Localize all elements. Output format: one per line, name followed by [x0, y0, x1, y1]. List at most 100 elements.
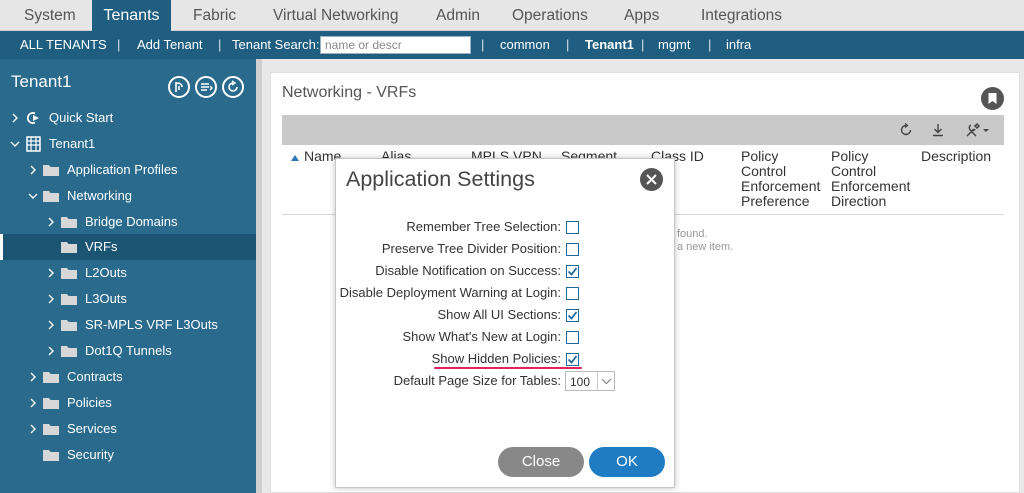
- tenant-search-input[interactable]: [320, 36, 471, 54]
- sidebar-splitter[interactable]: [256, 59, 262, 493]
- refresh-icon[interactable]: [222, 76, 244, 98]
- tree-item-label: Dot1Q Tunnels: [85, 343, 172, 358]
- tree-item-quick-start[interactable]: Quick Start: [0, 105, 256, 131]
- tree-item-label: Policies: [67, 395, 112, 410]
- tab-integrations[interactable]: Integrations: [701, 0, 782, 31]
- tree-item-label: Networking: [67, 188, 133, 203]
- header-line: Direction: [831, 193, 887, 209]
- setting-preserve-tree-divider: Preserve Tree Divider Position:: [336, 238, 676, 260]
- tree-item-sr-mpls-vrf-l3outs[interactable]: SR-MPLS VRF L3Outs: [0, 312, 256, 338]
- tree-item-label: Services: [67, 421, 117, 436]
- tree-item-label: VRFs: [85, 239, 118, 254]
- tree-item-label: Tenant1: [49, 136, 96, 151]
- header-line: Enforcement: [741, 178, 821, 194]
- chevron-down-icon[interactable]: [10, 139, 20, 149]
- header-line: Control: [741, 163, 787, 179]
- highlight-underline: [434, 367, 582, 369]
- tab-operations[interactable]: Operations: [512, 0, 588, 31]
- checkmark-icon: [567, 355, 578, 364]
- tenant-link-mgmt[interactable]: mgmt: [658, 31, 691, 59]
- checkmark-icon: [567, 267, 578, 276]
- tree-item-vrfs[interactable]: VRFs: [0, 234, 256, 260]
- tools-icon[interactable]: [964, 121, 992, 139]
- chevron-right-icon[interactable]: [46, 346, 56, 356]
- folder-icon: [61, 346, 77, 357]
- chevron-right-icon[interactable]: [28, 398, 38, 408]
- chevron-right-icon[interactable]: [28, 424, 38, 434]
- tree-item-contracts[interactable]: Contracts: [0, 364, 256, 390]
- chevron-right-icon[interactable]: [46, 268, 56, 278]
- chevron-down-icon[interactable]: [28, 191, 38, 201]
- column-header-description[interactable]: Description: [921, 149, 991, 164]
- folder-icon: [61, 268, 77, 279]
- bookmark-icon[interactable]: [981, 87, 1004, 110]
- setting-label: Disable Deployment Warning at Login:: [339, 285, 561, 300]
- tree-item-bridge-domains[interactable]: Bridge Domains: [0, 209, 256, 235]
- disable-notification-checkbox[interactable]: [566, 265, 579, 278]
- page-size-value: 100: [570, 375, 591, 389]
- disable-deployment-warning-checkbox[interactable]: [566, 287, 579, 300]
- setting-show-whats-new: Show What's New at Login:: [336, 326, 676, 348]
- refresh-icon[interactable]: [897, 121, 915, 139]
- tree-item-l2outs[interactable]: L2Outs: [0, 260, 256, 286]
- tree-item-services[interactable]: Services: [0, 416, 256, 442]
- tab-tenants[interactable]: Tenants: [92, 0, 171, 31]
- separator: |: [641, 37, 645, 52]
- chevron-right-icon[interactable]: [46, 217, 56, 227]
- folder-icon: [61, 320, 77, 331]
- tree-item-label: Bridge Domains: [85, 214, 178, 229]
- tab-system[interactable]: System: [24, 0, 76, 31]
- setting-show-all-ui-sections: Show All UI Sections:: [336, 304, 676, 326]
- tree-item-application-profiles[interactable]: Application Profiles: [0, 157, 256, 183]
- folder-icon: [43, 165, 59, 176]
- tab-virtual-networking[interactable]: Virtual Networking: [273, 0, 399, 31]
- ok-button[interactable]: OK: [589, 447, 665, 477]
- separator: |: [708, 37, 712, 52]
- show-all-ui-sections-checkbox[interactable]: [566, 309, 579, 322]
- column-header-enforcement-direction[interactable]: Policy Control Enforcement Direction: [831, 149, 910, 209]
- tree-item-security[interactable]: Security: [0, 442, 256, 468]
- tree-item-l3outs[interactable]: L3Outs: [0, 286, 256, 312]
- tenant-link-tenant1[interactable]: Tenant1: [585, 31, 634, 59]
- setting-label: Disable Notification on Success:: [375, 263, 561, 278]
- page-size-select[interactable]: 100: [565, 371, 615, 391]
- show-whats-new-checkbox[interactable]: [566, 331, 579, 344]
- preserve-tree-divider-checkbox[interactable]: [566, 243, 579, 256]
- chevron-down-icon[interactable]: [597, 372, 614, 390]
- checkmark-icon: [567, 311, 578, 320]
- tab-admin[interactable]: Admin: [436, 0, 480, 31]
- tree-item-tenant1[interactable]: Tenant1: [0, 131, 256, 157]
- folder-icon: [43, 372, 59, 383]
- tenant-link-infra[interactable]: infra: [726, 31, 751, 59]
- chevron-right-icon[interactable]: [10, 113, 20, 123]
- download-icon[interactable]: [929, 121, 947, 139]
- chevron-right-icon[interactable]: [46, 294, 56, 304]
- dialog-title: Application Settings: [346, 167, 535, 191]
- tenant-link-common[interactable]: common: [500, 31, 550, 59]
- show-hidden-policies-checkbox[interactable]: [566, 353, 579, 366]
- tenant-search-label: Tenant Search:: [232, 37, 320, 52]
- chevron-right-icon[interactable]: [28, 165, 38, 175]
- sort-ascending-icon[interactable]: [291, 155, 299, 161]
- top-nav: System Tenants Fabric Virtual Networking…: [0, 0, 1024, 31]
- tree-item-label: Security: [67, 447, 114, 462]
- remember-tree-selection-checkbox[interactable]: [566, 221, 579, 234]
- all-tenants-link[interactable]: ALL TENANTS: [20, 31, 107, 59]
- tree-item-dot1q-tunnels[interactable]: Dot1Q Tunnels: [0, 338, 256, 364]
- tree-item-policies[interactable]: Policies: [0, 390, 256, 416]
- list-actions-icon[interactable]: [195, 76, 217, 98]
- add-tenant-link[interactable]: Add Tenant: [137, 31, 203, 59]
- chevron-right-icon[interactable]: [46, 320, 56, 330]
- header-line: Enforcement: [831, 178, 911, 194]
- chevron-right-icon[interactable]: [28, 372, 38, 382]
- application-settings-dialog: Application Settings Remember Tree Selec…: [335, 158, 675, 488]
- tab-fabric[interactable]: Fabric: [193, 0, 236, 31]
- summary-icon[interactable]: [168, 76, 190, 98]
- setting-label: Remember Tree Selection:: [406, 219, 561, 234]
- folder-icon: [61, 242, 77, 253]
- tab-apps[interactable]: Apps: [624, 0, 659, 31]
- tree-item-networking[interactable]: Networking: [0, 183, 256, 209]
- close-button[interactable]: Close: [498, 447, 584, 477]
- close-icon[interactable]: [640, 168, 663, 191]
- column-header-enforcement-preference[interactable]: Policy Control Enforcement Preference: [741, 149, 820, 209]
